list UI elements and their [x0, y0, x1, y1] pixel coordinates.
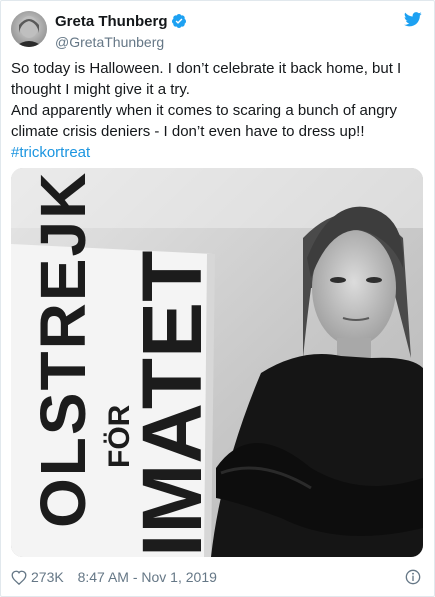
tweet-paragraph-1: So today is Halloween. I don’t celebrate… [11, 60, 402, 98]
twitter-bird-icon[interactable] [403, 12, 422, 32]
tweet-photo[interactable]: OLSTREJK FÖR IMATET [11, 168, 423, 557]
heart-icon[interactable] [11, 570, 27, 590]
display-name-row[interactable]: Greta Thunberg [55, 13, 187, 34]
sign-text-line-3: IMATET [125, 251, 219, 557]
tweet-card: Greta Thunberg @GretaThunberg So today i… [0, 0, 435, 597]
tweet-text: So today is Halloween. I don’t celebrate… [11, 58, 421, 163]
verified-badge-icon [171, 13, 187, 34]
tweet-footer: 273K 8:47 AM - Nov 1, 2019 [11, 567, 423, 587]
tweet-paragraph-2: And apparently when it comes to scaring … [11, 102, 398, 140]
timestamp[interactable]: 8:47 AM - Nov 1, 2019 [78, 567, 217, 587]
author-names: Greta Thunberg @GretaThunberg [55, 13, 187, 51]
sign-text-line-1: OLSTREJK [27, 171, 99, 528]
info-icon[interactable] [405, 569, 421, 590]
like-count[interactable]: 273K [31, 567, 64, 587]
avatar[interactable] [11, 11, 47, 47]
display-name[interactable]: Greta Thunberg [55, 13, 168, 30]
tweet-header: Greta Thunberg @GretaThunberg [11, 9, 424, 51]
handle[interactable]: @GretaThunberg [55, 34, 187, 51]
hashtag-link[interactable]: #trickortreat [11, 144, 90, 161]
